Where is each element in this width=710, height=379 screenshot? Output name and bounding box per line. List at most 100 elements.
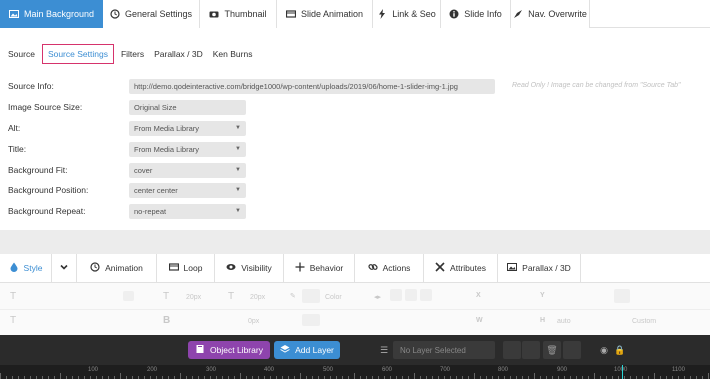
tab-visibility[interactable]: Visibility [215,254,284,282]
text-transform-icon [614,289,630,303]
film-icon [168,262,179,274]
menu-icon[interactable]: ☰ [378,341,390,359]
ruler-tick [708,373,709,379]
select-value: no-repeat [134,206,167,216]
background-repeat-row: Background Repeat: no-repeat ▼ [8,202,246,220]
background-position-row: Background Position: center center ▼ [8,181,246,199]
field-label: Background Position: [8,185,89,195]
ruler-tick [354,373,355,379]
select-value: center center [134,185,178,195]
subtab-ken-burns[interactable]: Ken Burns [208,44,258,64]
object-library-button[interactable]: Object Library [188,341,270,359]
ruler-label: 100 [88,367,99,373]
x-label: X [476,292,481,299]
tab-general-settings[interactable]: General Settings [103,0,200,28]
ruler-tick [300,373,301,379]
layer-action-button[interactable] [522,341,540,359]
tab-label: Style [23,263,43,273]
title-select[interactable]: From Media Library ▼ [129,141,246,157]
layers-icon [280,344,290,356]
main-tab-bar: Main Background General Settings Thumbna… [0,0,710,28]
tab-label: Slide Info [464,9,502,19]
h-value: auto [557,318,571,325]
link-icon [367,262,378,274]
alt-row: Alt: From Media Library ▼ [8,119,246,137]
tab-loop[interactable]: Loop [157,254,215,282]
chevron-down-icon [59,262,69,274]
film-icon [285,9,296,19]
ruler-tick [474,373,475,379]
info-icon [449,9,459,19]
playhead-marker[interactable] [622,365,623,379]
tab-label: Visibility [241,263,272,273]
tab-style[interactable]: Style [0,254,52,282]
duplicate-layer-button[interactable] [563,341,581,359]
button-label: Object Library [210,345,263,355]
drop-icon [9,262,19,274]
font-style-icon: T [10,315,17,326]
tab-label: Attributes [450,263,486,273]
tab-parallax-3d[interactable]: Parallax / 3D [498,254,581,282]
tab-label: Animation [105,263,143,273]
tab-link-seo[interactable]: Link & Seo [373,0,441,28]
ruler-label: 500 [323,367,334,373]
eye-icon[interactable]: ◉ [598,341,610,359]
alt-select[interactable]: From Media Library ▼ [129,120,246,136]
title-row: Title: From Media Library ▼ [8,140,246,158]
tab-label: Loop [183,263,203,273]
tab-main-background[interactable]: Main Background [0,0,103,28]
chevron-down-icon: ▼ [235,124,241,131]
eye-icon [226,262,236,274]
w-label: W [476,317,483,324]
tab-label: Actions [382,263,411,273]
lock-icon[interactable]: 🔒 [614,341,626,359]
background-position-select[interactable]: center center ▼ [129,182,246,198]
background-fit-select[interactable]: cover ▼ [129,162,246,178]
chevron-down-icon: ▼ [235,166,241,173]
toolbar-divider [0,309,710,310]
layer-tab-bar: Style Animation Loop Visibility Behavior… [0,254,710,283]
style-toolbar-disabled: T T 20px T 20px ✎ Color ◂▸ X Y T B 0px W… [0,283,710,335]
tab-style-dropdown[interactable] [52,254,77,282]
field-label: Background Repeat: [8,206,86,216]
tab-animation[interactable]: Animation [77,254,157,282]
background-repeat-select[interactable]: no-repeat ▼ [129,203,246,219]
tab-nav-overwrite[interactable]: Nav. Overwrite [511,0,590,28]
font-size-icon: T [163,291,170,302]
ruler-label: 600 [382,367,393,373]
tab-thumbnail[interactable]: Thumbnail [200,0,277,28]
image-source-size-row: Image Source Size: Original Size [8,98,246,116]
trash-icon: 🗑 [546,344,558,355]
subtab-source[interactable]: Source [3,44,40,64]
bold-icon: B [163,315,171,326]
layer-action-button[interactable] [503,341,521,359]
field-label: Image Source Size: [8,102,83,112]
compass-icon [513,9,523,19]
image-source-size-select[interactable]: Original Size [129,99,246,115]
layer-select[interactable]: No Layer Selected [393,341,495,359]
select-value: cover [134,165,153,175]
subtab-filters[interactable]: Filters [116,44,149,64]
tab-behavior[interactable]: Behavior [284,254,355,282]
tab-attributes[interactable]: Attributes [424,254,498,282]
tab-slide-animation[interactable]: Slide Animation [277,0,373,28]
field-label: Alt: [8,123,21,133]
font-size-value: 20px [186,294,202,301]
ruler-label: 1100 [672,367,685,373]
align-center-icon [405,289,417,301]
add-layer-button[interactable]: Add Layer [274,341,340,359]
layer-toolbar: Object Library Add Layer ☰ No Layer Sele… [0,335,710,365]
select-value: From Media Library [134,123,200,133]
color-swatch [302,289,320,303]
background-swatch [302,314,320,326]
chevron-down-icon: ▼ [235,207,241,214]
book-icon [195,344,205,356]
tab-actions[interactable]: Actions [355,254,424,282]
subtab-source-settings[interactable]: Source Settings [41,44,114,64]
tab-slide-info[interactable]: Slide Info [441,0,511,28]
ruler-tick [414,373,415,379]
source-info-label: Source Info: [8,81,54,91]
subtab-parallax-3d[interactable]: Parallax / 3D [149,44,208,64]
timeline-ruler[interactable]: 100 200 300 400 500 600 700 800 900 1000… [0,365,710,379]
source-info-row: Source Info: http://demo.qodeinteractive… [8,77,495,95]
